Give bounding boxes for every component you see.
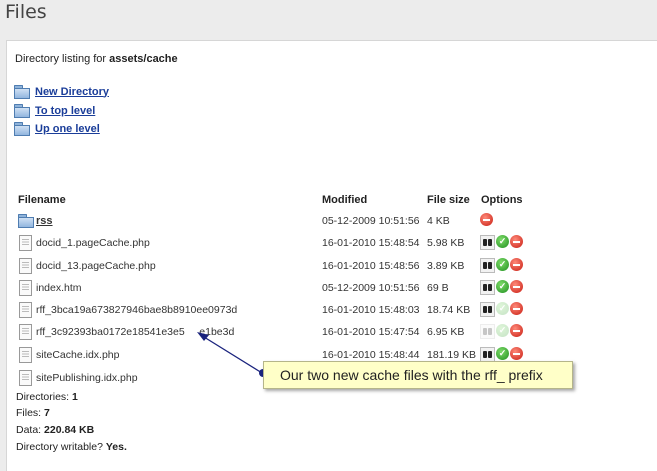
table-row: docid_13.pageCache.php 16-01-2010 15:48:… (0, 254, 657, 276)
directories-label: Directories: (16, 391, 73, 403)
top-level-label[interactable]: To top level (35, 105, 95, 117)
folder-icon (14, 104, 30, 118)
folder-icon (14, 85, 30, 99)
delete-icon[interactable] (480, 213, 493, 226)
accept-icon[interactable]: ✓ (496, 235, 509, 248)
file-icon (19, 280, 32, 296)
page-title: Files (5, 1, 47, 23)
folder-icon (14, 122, 30, 136)
modified-header[interactable]: Modified (322, 194, 367, 206)
options-header: Options (481, 194, 523, 206)
delete-icon[interactable] (510, 258, 523, 271)
annotation-callout: Our two new cache files with the rff_ pr… (263, 361, 573, 389)
file-name: docid_13.pageCache.php (36, 260, 156, 272)
size-header[interactable]: File size (427, 194, 470, 206)
table-row: rff_3c92393ba0172e18541e3e5 e1be3d 16-01… (0, 320, 657, 342)
file-name: siteCache.idx.php (36, 349, 120, 361)
delete-icon[interactable] (510, 235, 523, 248)
file-name: docid_1.pageCache.php (36, 237, 150, 249)
accept-icon: ✓ (496, 324, 509, 337)
accept-icon[interactable]: ✓ (496, 258, 509, 271)
directory-writable: Directory writable? Yes. (16, 441, 127, 453)
file-name: rff_3bca19a673827946bae8b8910ee0973d (36, 304, 238, 316)
modified-cell: 05-12-2009 10:51:56 (322, 215, 420, 227)
view-icon[interactable] (480, 302, 495, 317)
accept-icon[interactable]: ✓ (496, 347, 509, 360)
new-directory-link[interactable]: New Directory (14, 85, 109, 99)
new-directory-label[interactable]: New Directory (35, 86, 109, 98)
modified-cell: 16-01-2010 15:47:54 (322, 326, 420, 338)
modified-cell: 05-12-2009 10:51:56 (322, 282, 420, 294)
modified-cell: 16-01-2010 15:48:44 (322, 349, 420, 361)
view-icon[interactable] (480, 235, 495, 250)
size-cell: 18.74 KB (427, 304, 471, 316)
size-cell: 5.98 KB (427, 237, 465, 249)
folder-link-rss[interactable]: rss (36, 215, 53, 227)
current-path: assets/cache (109, 53, 178, 65)
folder-icon (18, 214, 34, 228)
file-icon (19, 370, 32, 386)
size-cell: 6.95 KB (427, 326, 465, 338)
modified-cell: 16-01-2010 15:48:54 (322, 237, 420, 249)
size-cell: 4 KB (427, 215, 450, 227)
data-value: 220.84 KB (44, 424, 95, 436)
delete-icon[interactable] (510, 280, 523, 293)
data-label: Data: (16, 424, 45, 436)
directory-listing-label: Directory listing for assets/cache (15, 53, 178, 65)
file-name: index.htm (36, 282, 82, 294)
file-icon (19, 347, 32, 363)
view-icon[interactable] (480, 347, 495, 362)
up-one-level-link[interactable]: Up one level (14, 122, 100, 136)
files-label: Files: (16, 407, 45, 419)
data-size: Data: 220.84 KB (16, 424, 94, 436)
directories-count: Directories: 1 (16, 391, 78, 403)
table-row: index.htm 05-12-2009 10:51:56 69 B ✓ (0, 276, 657, 298)
top-level-link[interactable]: To top level (14, 104, 95, 118)
filename-header[interactable]: Filename (18, 194, 66, 206)
size-cell: 181.19 KB (427, 349, 477, 361)
files-count: Files: 7 (16, 407, 50, 419)
accept-icon: ✓ (496, 302, 509, 315)
view-icon[interactable] (480, 280, 495, 295)
modified-cell: 16-01-2010 15:48:03 (322, 304, 420, 316)
modified-cell: 16-01-2010 15:48:56 (322, 260, 420, 272)
callout-text: Our two new cache files with the rff_ pr… (280, 367, 543, 383)
size-cell: 69 B (427, 282, 449, 294)
up-one-level-label[interactable]: Up one level (35, 123, 100, 135)
file-icon (19, 258, 32, 274)
table-row: docid_1.pageCache.php 16-01-2010 15:48:5… (0, 231, 657, 253)
writable-label: Directory writable? (16, 441, 106, 453)
file-icon (19, 235, 32, 251)
file-icon (19, 324, 32, 340)
listing-prefix: Directory listing for (15, 53, 110, 65)
delete-icon[interactable] (510, 324, 523, 337)
accept-icon[interactable]: ✓ (496, 280, 509, 293)
file-name: rff_3c92393ba0172e18541e3e5 e1be3d (36, 326, 235, 338)
view-icon[interactable] (480, 258, 495, 273)
delete-icon[interactable] (510, 302, 523, 315)
directories-value: 1 (72, 391, 78, 403)
table-row: rff_3bca19a673827946bae8b8910ee0973d 16-… (0, 298, 657, 320)
table-row: rss 05-12-2009 10:51:56 4 KB (0, 209, 657, 231)
writable-value: Yes. (105, 441, 127, 453)
delete-icon[interactable] (510, 347, 523, 360)
files-value: 7 (44, 407, 50, 419)
file-name: sitePublishing.idx.php (36, 372, 138, 384)
file-icon (19, 302, 32, 318)
size-cell: 3.89 KB (427, 260, 465, 272)
view-icon (480, 324, 495, 339)
